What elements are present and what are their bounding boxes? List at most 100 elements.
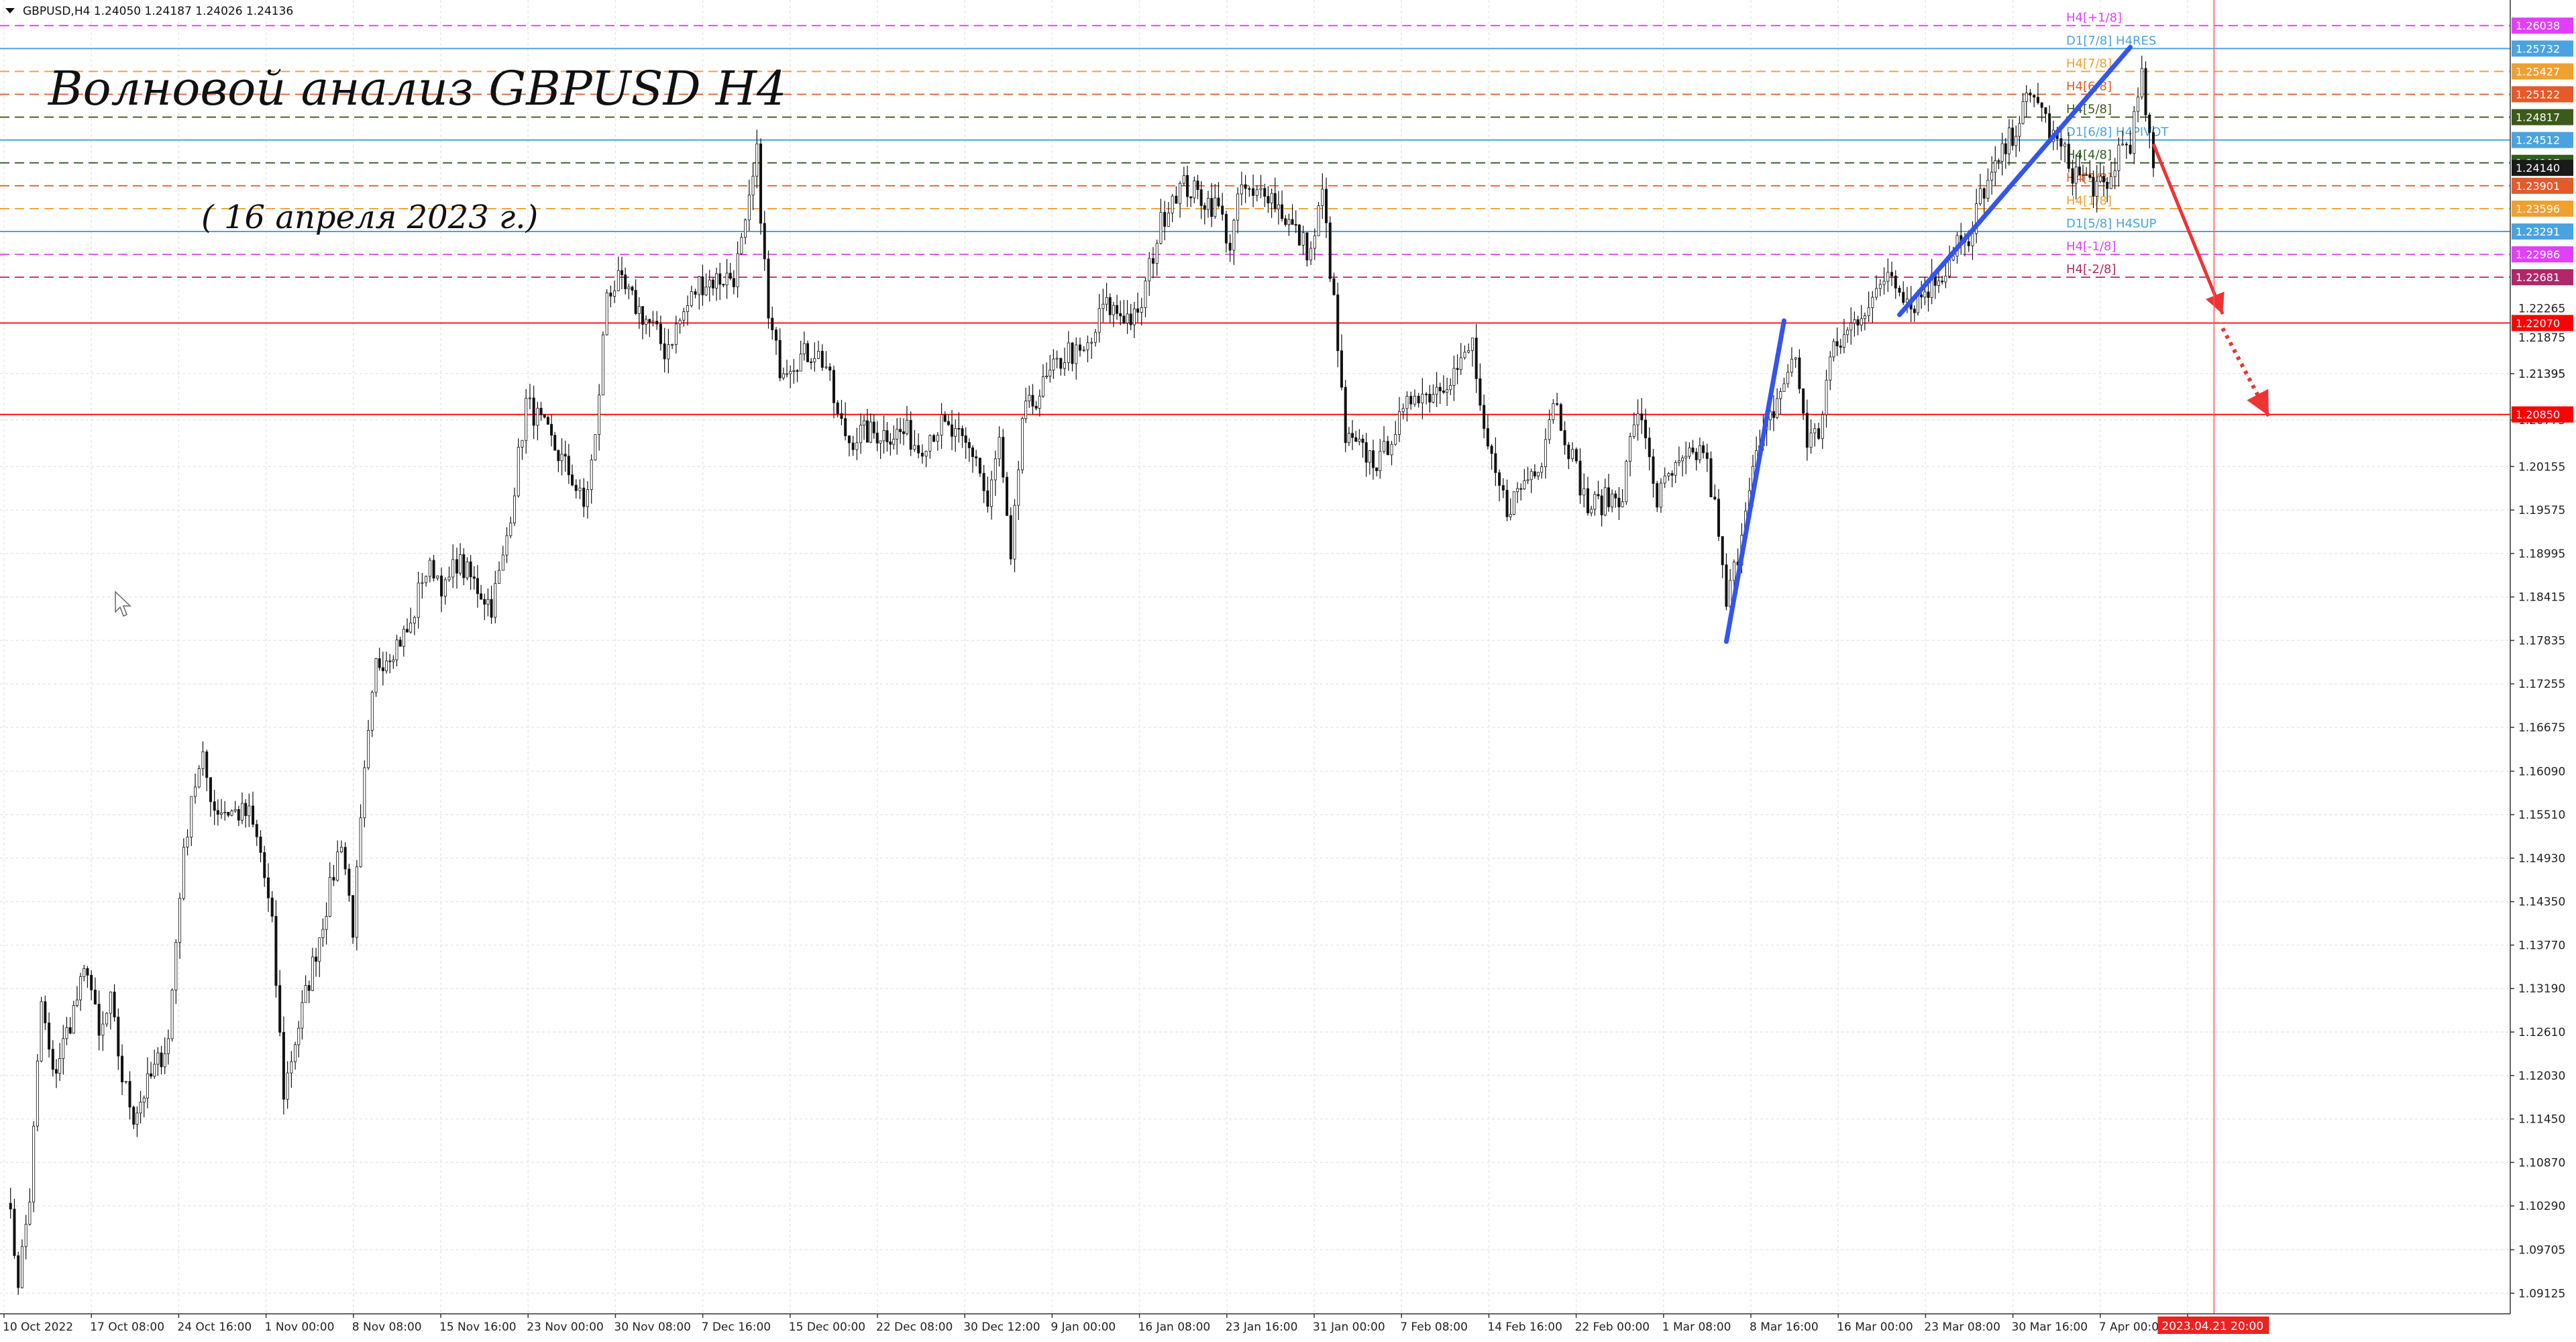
candle-body	[609, 292, 612, 297]
candle-body	[1636, 413, 1640, 425]
candle-body	[1994, 160, 1997, 172]
candle-body	[1112, 305, 1115, 315]
candle-body	[1119, 313, 1122, 317]
candle-body	[674, 323, 678, 345]
candle-body	[146, 1073, 149, 1098]
candle-body	[678, 319, 682, 325]
candle-body	[17, 1255, 20, 1288]
candle-body	[1790, 358, 1793, 373]
x-tick-label: 7 Dec 16:00	[702, 1321, 771, 1334]
candle-body	[671, 344, 674, 346]
candle-body	[711, 279, 714, 289]
candle-body	[1017, 469, 1020, 506]
candle-body	[90, 974, 93, 990]
candle-body	[301, 1002, 304, 1029]
candle-body	[237, 809, 240, 821]
candle-body	[370, 692, 374, 731]
candle-body	[1413, 395, 1416, 405]
candle-body	[1255, 189, 1258, 196]
y-tick-label: 1.18415	[2518, 591, 2565, 605]
candle-body	[282, 1032, 285, 1100]
candle-body	[1863, 315, 1866, 319]
candle-body	[1151, 258, 1155, 264]
candle-body	[395, 639, 398, 660]
candle-body	[36, 1060, 39, 1127]
candle-body	[294, 1044, 297, 1062]
candle-body	[1394, 434, 1397, 445]
future-time-label: 2023.04.21 20:00	[2161, 1320, 2263, 1333]
candle-body	[505, 535, 508, 556]
candle-body	[1438, 386, 1442, 391]
candle-body	[109, 991, 112, 1014]
candle-body	[1079, 344, 1082, 351]
candle-body	[1632, 424, 1635, 437]
price-badge-text: 1.25732	[2516, 42, 2560, 55]
candle-body	[751, 176, 755, 196]
candle-body	[975, 456, 978, 459]
murrey-level-label: D1[5/8] H4SUP	[2066, 217, 2157, 231]
candle-body	[799, 354, 802, 372]
murrey-level-label: H4[1/8]	[2066, 194, 2112, 208]
candle-body	[1270, 193, 1273, 203]
candle-body	[1267, 196, 1270, 203]
candle-body	[436, 575, 439, 578]
candle-body	[2059, 138, 2063, 147]
candle-body	[755, 143, 759, 176]
candle-body	[1244, 184, 1247, 189]
candle-body	[1842, 334, 1845, 348]
candle-body	[230, 811, 233, 816]
candle-body	[1358, 438, 1361, 442]
candle-body	[1677, 460, 1680, 463]
candle-body	[1163, 211, 1167, 227]
candle-body	[378, 658, 381, 668]
candle-body	[1729, 580, 1732, 607]
candle-body	[747, 195, 751, 221]
candle-body	[994, 458, 997, 480]
candle-body	[501, 554, 504, 571]
candle-body	[381, 667, 384, 672]
candle-body	[1309, 248, 1313, 260]
candle-body	[2036, 97, 2039, 103]
candle-body	[428, 560, 431, 577]
candle-body	[1031, 395, 1034, 407]
candle-body	[2078, 166, 2081, 176]
candle-body	[971, 447, 975, 457]
candle-body	[255, 824, 258, 837]
candle-body	[590, 460, 593, 490]
candle-body	[2082, 174, 2085, 176]
x-tick-label: 16 Mar 00:00	[1837, 1321, 1913, 1334]
candle-body	[1425, 393, 1428, 395]
candle-body	[2004, 143, 2007, 154]
candle-body	[820, 350, 824, 368]
price-chart[interactable]: H4[+2/8]H4[+1/8]D1[7/8] H4RESH4[7/8]H4[6…	[0, 0, 2576, 1339]
candle-body	[1533, 471, 1536, 476]
candle-body	[321, 929, 325, 938]
candle-body	[1210, 198, 1214, 217]
candle-body	[1586, 488, 1589, 513]
candle-body	[93, 989, 97, 1004]
candle-body	[233, 809, 237, 811]
candle-body	[1617, 497, 1621, 507]
candle-body	[1721, 536, 1724, 566]
candle-body	[1435, 386, 1438, 395]
candle-body	[1474, 338, 1478, 379]
candle-body	[2074, 166, 2078, 184]
candle-body	[1301, 232, 1305, 246]
candle-body	[227, 811, 230, 816]
candle-body	[374, 658, 378, 693]
y-tick-label: 1.18995	[2518, 548, 2565, 561]
candle-body	[771, 317, 774, 331]
candle-body	[1108, 297, 1112, 315]
chart-date: ( 16 апреля 2023 г.)	[201, 199, 538, 236]
price-badge-text: 1.24817	[2516, 111, 2560, 124]
candle-body	[690, 291, 693, 306]
candle-body	[1829, 356, 1832, 381]
candle-body	[259, 836, 262, 853]
chart-window[interactable]: H4[+2/8]H4[+1/8]D1[7/8] H4RESH4[7/8]H4[6…	[0, 0, 2576, 1339]
candle-body	[201, 752, 205, 769]
candle-body	[1401, 408, 1405, 412]
candle-body	[817, 350, 820, 359]
candle-body	[48, 1023, 51, 1050]
candle-body	[763, 223, 766, 260]
candle-body	[480, 593, 483, 600]
